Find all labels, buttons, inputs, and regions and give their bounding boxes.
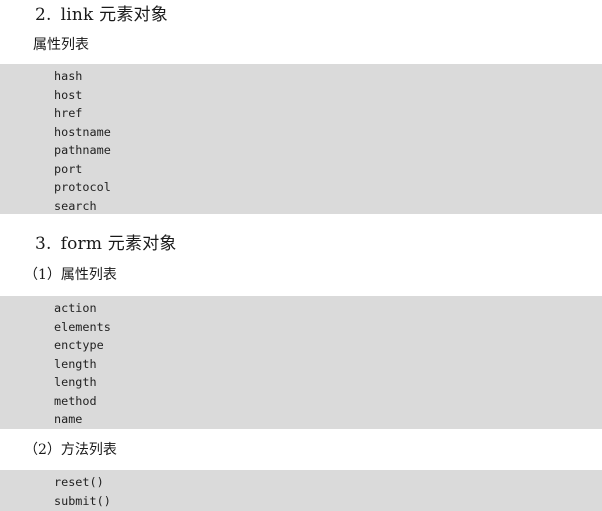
- code-line: search: [54, 198, 97, 213]
- code-line: protocol: [54, 180, 111, 194]
- code-line: pathname: [54, 143, 111, 157]
- section-heading-link: 2. link 元素对象: [35, 5, 168, 25]
- code-line: host: [54, 87, 83, 102]
- code-line: enctype: [54, 338, 104, 352]
- section-heading-form: 3. form 元素对象: [35, 234, 177, 254]
- code-line: port: [54, 161, 83, 176]
- code-line: elements: [54, 319, 111, 334]
- code-line: reset(): [54, 475, 104, 489]
- code-line: length: [54, 356, 97, 371]
- code-line: hostname: [54, 124, 111, 139]
- group-label-form-attributes: （1）属性列表: [24, 267, 117, 283]
- section-number: 2.: [35, 5, 52, 25]
- code-line: href: [54, 106, 83, 120]
- code-line: method: [54, 393, 97, 408]
- code-block-form-attributes: action elements enctype length length me…: [0, 296, 602, 429]
- code-line: action: [54, 301, 97, 315]
- code-block-form-methods: reset() submit(): [0, 470, 602, 511]
- code-line: name: [54, 412, 83, 426]
- code-block-link-attributes: hash host href hostname pathname port pr…: [0, 64, 602, 214]
- code-line: submit(): [54, 493, 111, 508]
- code-line: length: [54, 375, 97, 389]
- section-number: 3.: [35, 234, 52, 254]
- section-title: link 元素对象: [60, 5, 168, 25]
- group-label-form-methods: （2）方法列表: [24, 442, 117, 458]
- group-label-link-attributes: 属性列表: [33, 37, 89, 53]
- section-title: form 元素对象: [60, 234, 177, 254]
- code-line: hash: [54, 69, 83, 83]
